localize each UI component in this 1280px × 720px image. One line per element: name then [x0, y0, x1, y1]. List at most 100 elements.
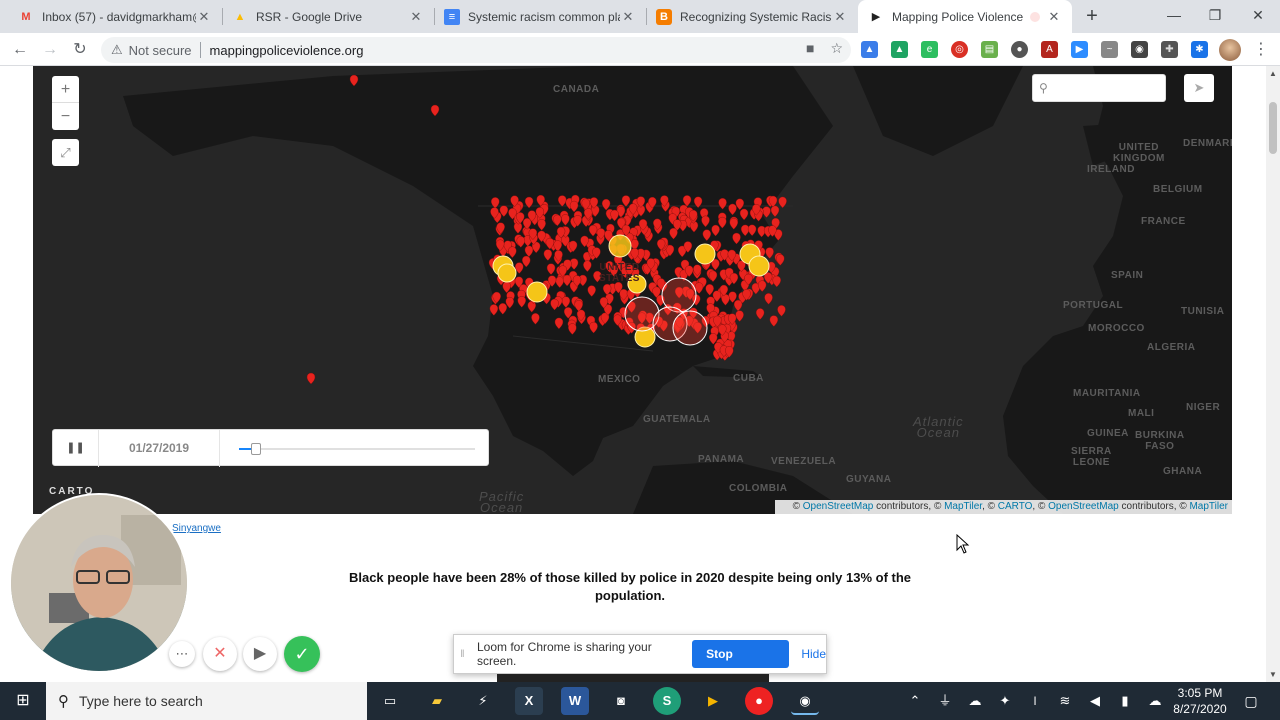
- zoom-out-button[interactable]: −: [52, 103, 79, 130]
- extension-pdf-icon[interactable]: A: [1041, 41, 1058, 58]
- credit-link[interactable]: Sinyangwe: [172, 523, 221, 534]
- taskbar-clock[interactable]: 3:05 PM 8/27/2020: [1170, 685, 1230, 717]
- incident-marker[interactable]: [762, 206, 771, 218]
- incident-cluster[interactable]: [694, 243, 716, 265]
- record-app-icon[interactable]: ●: [745, 687, 773, 715]
- excel-like-app-icon[interactable]: X: [515, 687, 543, 715]
- extension-inbox-icon[interactable]: ▤: [981, 41, 998, 58]
- word-icon[interactable]: W: [561, 687, 589, 715]
- attribution-maptiler-link[interactable]: MapTiler: [944, 501, 982, 512]
- camera-icon[interactable]: ■: [806, 40, 814, 57]
- incident-cluster[interactable]: [608, 234, 632, 258]
- map-view[interactable]: CANADA UNITED KINGDOM IRELAND DENMARK BE…: [33, 66, 1232, 514]
- loom-more-button[interactable]: ⋯: [169, 641, 195, 667]
- tab-google-docs[interactable]: ≡ Systemic racism common plac ✕: [434, 0, 646, 33]
- restore-icon[interactable]: ❐: [1203, 4, 1227, 26]
- extension-graduation-icon[interactable]: ▲: [861, 41, 878, 58]
- page-scrollbar[interactable]: ▲ ▼: [1266, 66, 1280, 682]
- browser-menu-icon[interactable]: ⋮: [1253, 39, 1269, 61]
- extension-loom-icon[interactable]: ✱: [1191, 41, 1208, 58]
- incident-marker[interactable]: [755, 308, 765, 320]
- video-player-icon[interactable]: ▶: [699, 687, 727, 715]
- address-bar[interactable]: ⚠ Not secure mappingpoliceviolence.org ■…: [101, 37, 851, 63]
- incident-cluster[interactable]: [748, 255, 770, 277]
- fullscreen-button[interactable]: ⤢: [52, 139, 79, 166]
- incident-marker[interactable]: [776, 254, 785, 266]
- camera-app-icon[interactable]: ◙: [607, 687, 635, 715]
- pause-button[interactable]: ❚❚: [53, 430, 99, 467]
- close-tab-icon[interactable]: ✕: [1046, 9, 1062, 25]
- extensions-puzzle-icon[interactable]: ✚: [1161, 41, 1178, 58]
- task-view-icon[interactable]: ▭: [376, 687, 404, 715]
- onedrive-icon[interactable]: ☁: [964, 682, 986, 720]
- cloud-upload-icon[interactable]: ☁: [1144, 682, 1166, 720]
- profile-avatar[interactable]: [1219, 39, 1241, 61]
- incident-marker[interactable]: [735, 310, 744, 322]
- forward-icon[interactable]: →: [39, 39, 61, 61]
- volume-icon[interactable]: ◀: [1084, 682, 1106, 720]
- dropbox-icon[interactable]: ✦: [994, 682, 1016, 720]
- tab-mapping-police-violence[interactable]: ▶ Mapping Police Violence ✕: [858, 0, 1072, 33]
- timeline-handle[interactable]: [250, 443, 261, 455]
- incident-heat-ring[interactable]: [672, 310, 708, 346]
- incident-marker[interactable]: [770, 205, 780, 218]
- incident-marker[interactable]: [769, 315, 779, 327]
- extension-red-circle-icon[interactable]: ◎: [951, 41, 968, 58]
- attribution-osm-link[interactable]: OpenStreetMap: [803, 501, 874, 512]
- incident-marker[interactable]: [777, 305, 786, 317]
- scrollbar-thumb[interactable]: [1269, 102, 1277, 154]
- attribution-osm-link-2[interactable]: OpenStreetMap: [1048, 501, 1119, 512]
- battery-icon[interactable]: ▮: [1114, 682, 1136, 720]
- extension-evernote-icon[interactable]: e: [921, 41, 938, 58]
- extension-circle-icon[interactable]: ●: [1011, 41, 1028, 58]
- incident-marker[interactable]: [757, 280, 767, 292]
- drag-handle-icon[interactable]: ‖: [454, 649, 471, 660]
- share-button[interactable]: ➤: [1184, 74, 1214, 102]
- timeline-track[interactable]: [239, 443, 475, 455]
- incident-marker[interactable]: [765, 247, 774, 259]
- extension-zoom-icon[interactable]: ▶: [1071, 41, 1088, 58]
- file-explorer-icon[interactable]: ▰: [423, 687, 451, 715]
- microphone-icon[interactable]: ⏽: [1024, 682, 1046, 720]
- incident-cluster[interactable]: [526, 281, 548, 303]
- incident-marker[interactable]: [772, 275, 781, 288]
- tray-overflow-icon[interactable]: ⌃: [906, 682, 924, 720]
- windows-start-icon[interactable]: ⊞: [0, 682, 46, 720]
- loom-pause-button[interactable]: ▶: [243, 637, 277, 671]
- tab-blogger[interactable]: B Recognizing Systemic Racism ✕: [646, 0, 858, 33]
- incident-cluster[interactable]: [497, 263, 517, 283]
- reload-icon[interactable]: ↻: [69, 39, 91, 61]
- incident-marker[interactable]: [733, 299, 743, 312]
- back-icon[interactable]: ←: [9, 39, 31, 61]
- attribution-maptiler-link-2[interactable]: MapTiler: [1189, 501, 1228, 512]
- minimize-icon[interactable]: —: [1162, 4, 1186, 26]
- map-search-input[interactable]: ⚲: [1032, 74, 1166, 102]
- loom-cancel-button[interactable]: ✕: [203, 637, 237, 671]
- tab-google-drive[interactable]: ▲ RSR - Google Drive ✕: [222, 0, 434, 33]
- stop-sharing-button[interactable]: Stop sharing: [692, 640, 790, 689]
- mic-muted-icon[interactable]: ⏚: [936, 682, 954, 720]
- incident-marker[interactable]: [764, 293, 773, 305]
- webcam-bubble[interactable]: [9, 493, 189, 673]
- close-tab-icon[interactable]: ✕: [620, 9, 636, 25]
- lightning-app-icon[interactable]: ⚡: [469, 687, 497, 715]
- skype-like-icon[interactable]: S: [653, 687, 681, 715]
- extension-camera-icon[interactable]: ◉: [1131, 41, 1148, 58]
- loom-finish-button[interactable]: ✓: [284, 636, 320, 672]
- window-close-icon[interactable]: ✕: [1246, 4, 1270, 26]
- attribution-carto-link[interactable]: CARTO: [998, 501, 1033, 512]
- new-tab-button[interactable]: +: [1082, 5, 1102, 27]
- scroll-down-icon[interactable]: ▼: [1269, 670, 1277, 679]
- close-tab-icon[interactable]: ✕: [408, 9, 424, 25]
- zoom-in-button[interactable]: +: [52, 76, 79, 103]
- notifications-icon[interactable]: ▢: [1236, 682, 1266, 720]
- taskbar-search[interactable]: ⚲ Type here to search: [46, 682, 367, 720]
- tab-gmail[interactable]: M Inbox (57) - davidgmarkham@ ✕: [8, 0, 222, 33]
- incident-marker[interactable]: [306, 372, 316, 385]
- extension-wave-icon[interactable]: ~: [1101, 41, 1118, 58]
- chrome-taskbar-icon[interactable]: ◉: [791, 687, 819, 715]
- extension-drive-icon[interactable]: ▲: [891, 41, 908, 58]
- bookmark-star-icon[interactable]: ☆: [830, 40, 843, 57]
- scroll-up-icon[interactable]: ▲: [1269, 69, 1277, 78]
- wifi-icon[interactable]: ≋: [1054, 682, 1076, 720]
